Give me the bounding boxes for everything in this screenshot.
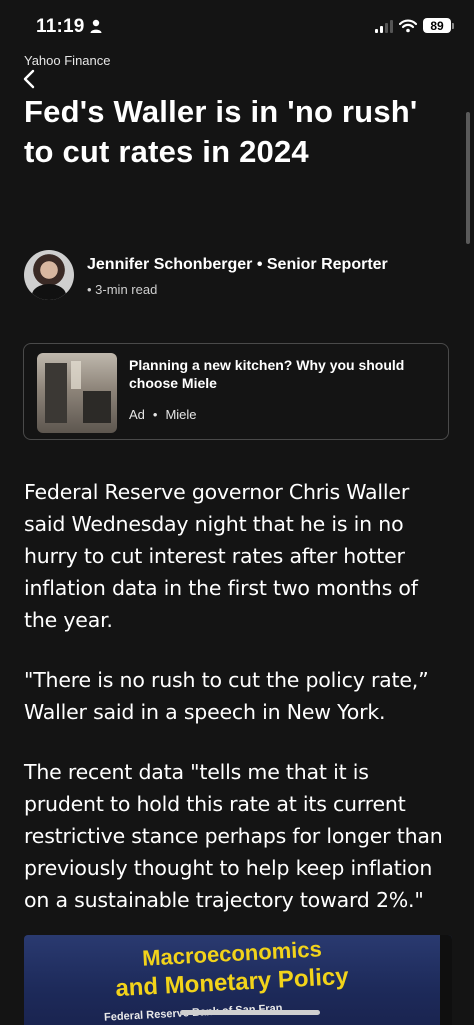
status-time: 11:19 [36,16,85,37]
read-time: • 3-min read [87,282,158,297]
chevron-left-icon[interactable] [20,68,38,90]
article-paragraph: Federal Reserve governor Chris Waller sa… [24,480,418,632]
wifi-icon [399,19,417,32]
person-icon [90,19,102,33]
sponsored-ad-card[interactable]: Planning a new kitchen? Why you should c… [23,343,449,440]
article-body: Federal Reserve governor Chris Waller sa… [24,476,454,944]
author-name-role[interactable]: Jennifer Schonberger • Senior Reporter [87,256,388,274]
article-paragraph: The recent data "tells me that it is pru… [24,760,443,912]
battery-level: 89 [423,18,451,33]
battery-icon: 89 [423,18,454,33]
ad-image [37,353,117,433]
source-label: Yahoo Finance [24,53,111,68]
author-byline: Jennifer Schonberger • Senior Reporter •… [24,250,454,302]
article-paragraph: "There is no rush to cut the policy rate… [24,668,429,724]
signal-icon [375,19,393,33]
ad-title[interactable]: Planning a new kitchen? Why you should c… [129,356,429,392]
ad-meta: Ad • Miele [129,407,197,422]
ad-sponsor: Miele [165,407,197,422]
ad-label: Ad [129,407,145,422]
home-indicator[interactable] [180,1010,320,1015]
status-indicators: 89 [375,18,454,33]
article-headline: Fed's Waller is in 'no rush' to cut rate… [24,94,418,169]
scrollbar[interactable] [466,112,470,244]
avatar[interactable] [24,250,74,300]
status-bar: 11:19 89 [0,0,474,48]
ad-separator: • [152,407,158,422]
